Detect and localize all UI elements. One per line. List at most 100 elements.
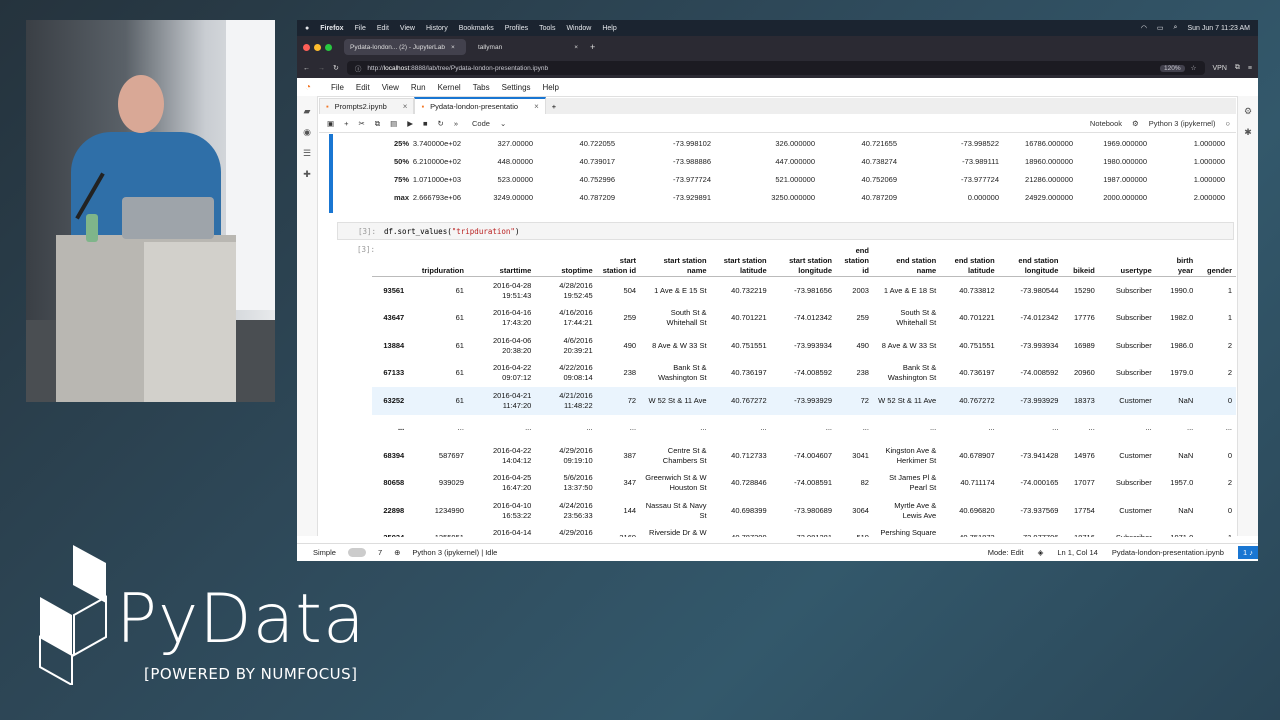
- column-header: start station longitude: [770, 242, 837, 277]
- column-header: usertype: [1098, 242, 1156, 277]
- kernel-name[interactable]: Python 3 (ipykernel): [1149, 119, 1216, 128]
- table-row: 43647 61 2016-04-16 17:43:20 4/16/2016 17:4…: [372, 305, 1236, 333]
- bookmark-star-icon[interactable]: ☆: [1191, 64, 1197, 72]
- mac-menu-item[interactable]: Bookmarks: [459, 25, 494, 32]
- save-icon[interactable]: ▣: [327, 119, 334, 128]
- mac-menu-item[interactable]: Help: [602, 25, 616, 32]
- back-icon[interactable]: ←: [303, 65, 310, 72]
- row-index: 68394: [383, 450, 405, 460]
- jupyter-menu-item[interactable]: Kernel: [438, 83, 461, 92]
- run-icon[interactable]: ▶: [407, 119, 413, 128]
- table-cell: ...: [1052, 423, 1059, 433]
- forward-icon[interactable]: →: [318, 65, 325, 72]
- table-cell: 1 Ave & E 18 St: [883, 285, 937, 295]
- code-text[interactable]: df.sort_values("tripduration"): [384, 227, 519, 236]
- folder-icon[interactable]: ▰: [301, 105, 313, 117]
- simple-mode-toggle[interactable]: [347, 548, 366, 557]
- shared-screen: ● Firefox File Edit View History Bookmarks Pr…: [297, 20, 1258, 561]
- site-info-icon[interactable]: ⓘ: [355, 63, 362, 73]
- running-icon[interactable]: ◉: [301, 126, 313, 138]
- jupyter-menu-item[interactable]: View: [382, 83, 399, 92]
- table-cell: 587697: [438, 450, 464, 460]
- jupyter-menu-item[interactable]: Help: [543, 83, 559, 92]
- mac-menu-item[interactable]: History: [426, 25, 448, 32]
- notebook-link[interactable]: Notebook: [1090, 119, 1122, 128]
- describe-cell: 1969.000000: [1103, 138, 1147, 148]
- jupyter-menu-item[interactable]: File: [331, 83, 344, 92]
- mac-menu-item[interactable]: Window: [566, 25, 591, 32]
- table-cell: 72: [836, 387, 873, 415]
- table-cell: 72: [596, 387, 641, 415]
- restart-icon[interactable]: ↻: [438, 119, 444, 128]
- window-controls: [303, 43, 332, 51]
- browser-tab-tallyman[interactable]: tallyman ×: [472, 39, 584, 55]
- mac-menu-item[interactable]: Profiles: [505, 25, 528, 32]
- doc-tab-pydata-london[interactable]: ▪ Pydata-london-presentatio ×: [414, 97, 546, 114]
- cell-type-select[interactable]: Code ⌄: [472, 119, 506, 128]
- copy-icon[interactable]: ⧉: [375, 119, 380, 129]
- app-menu[interactable]: Firefox: [320, 25, 343, 32]
- kernel-status[interactable]: Python 3 (ipykernel) | Idle: [412, 548, 497, 557]
- table-cell: ...: [1186, 423, 1194, 433]
- jupyter-menu-item[interactable]: Settings: [502, 83, 531, 92]
- table-cell: -73.993929: [770, 387, 837, 415]
- new-launcher-button[interactable]: +: [546, 99, 562, 114]
- table-cell: Bank St & Washington St: [887, 363, 937, 383]
- browser-tab-jupyterlab[interactable]: Pydata-london... (2) - JupyterLab ×: [344, 39, 466, 55]
- reload-icon[interactable]: ↻: [333, 64, 339, 72]
- fast-forward-icon[interactable]: »: [454, 119, 458, 128]
- new-tab-button[interactable]: +: [590, 42, 595, 52]
- row-index: 22898: [383, 505, 405, 515]
- mac-menu-item[interactable]: Edit: [377, 25, 389, 32]
- table-cell: -74.008592: [794, 368, 833, 378]
- table-cell: South St & Whitehall St: [666, 308, 707, 328]
- table-cell: -74.000165: [1020, 478, 1059, 488]
- mac-menu-item[interactable]: View: [400, 25, 415, 32]
- code-cell[interactable]: [3]: df.sort_values("tripduration"): [337, 222, 1234, 240]
- cut-icon[interactable]: ✂: [358, 119, 364, 128]
- table-cell: 4/21/2016 11:48:22: [535, 387, 597, 415]
- paste-icon[interactable]: ▤: [390, 119, 397, 128]
- jupyter-menu-item[interactable]: Edit: [356, 83, 370, 92]
- vpn-button[interactable]: VPN: [1213, 65, 1227, 72]
- close-window-button[interactable]: [303, 43, 310, 51]
- close-tab-icon[interactable]: ×: [574, 44, 578, 51]
- chevron-down-icon: ⌄: [499, 119, 507, 128]
- table-cell: 2016-04-28 19:51:43: [492, 280, 532, 300]
- close-tab-icon[interactable]: ×: [403, 102, 408, 111]
- url-bar[interactable]: ⓘ http://localhost:8888/lab/tree/Pydata-…: [346, 61, 1205, 75]
- mac-menu-item[interactable]: File: [355, 25, 366, 32]
- insert-cell-icon[interactable]: +: [344, 119, 348, 128]
- close-tab-icon[interactable]: ×: [451, 44, 455, 51]
- describe-cell: 1980.000000: [1103, 156, 1147, 166]
- extensions-icon[interactable]: ⧉: [1235, 64, 1240, 72]
- minimize-window-button[interactable]: [314, 43, 321, 51]
- table-cell: 2016-04-21 11:47:20: [467, 387, 536, 415]
- notification-bell[interactable]: 1 ♪: [1237, 546, 1258, 559]
- table-cell: 40.701221: [959, 313, 995, 323]
- row-index: 35934: [372, 525, 408, 537]
- battery-icon[interactable]: ▭: [1157, 24, 1164, 32]
- pydata-wordmark: PyData: [116, 580, 366, 659]
- table-cell: 40.736197: [959, 368, 995, 378]
- jupyter-menu-item[interactable]: Tabs: [473, 83, 490, 92]
- doc-tab-prompts2[interactable]: ▪ Prompts2.ipynb ×: [319, 98, 415, 114]
- stop-icon[interactable]: ■: [423, 119, 428, 128]
- gear-icon[interactable]: ⚙: [1132, 119, 1139, 128]
- close-tab-icon[interactable]: ×: [534, 102, 539, 111]
- table-cell: Customer: [1119, 450, 1152, 460]
- wifi-icon[interactable]: ◠: [1141, 24, 1147, 32]
- apple-menu-icon[interactable]: ●: [305, 25, 309, 32]
- cursor-position[interactable]: Ln 1, Col 14: [1057, 548, 1097, 557]
- zoom-level[interactable]: 120%: [1160, 64, 1185, 72]
- jupyter-menu-item[interactable]: Run: [411, 83, 426, 92]
- zoom-window-button[interactable]: [325, 43, 332, 51]
- property-inspector-icon[interactable]: ⚙: [1242, 105, 1254, 117]
- toc-icon[interactable]: ☰: [301, 147, 313, 159]
- extensions-icon[interactable]: ✚: [301, 168, 313, 180]
- search-icon[interactable]: ⌕: [1174, 24, 1178, 32]
- debugger-icon[interactable]: ✱: [1242, 126, 1254, 138]
- mac-menu-item[interactable]: Tools: [539, 25, 555, 32]
- describe-cell: 40.722055: [579, 138, 615, 148]
- menu-icon[interactable]: ≡: [1248, 65, 1252, 72]
